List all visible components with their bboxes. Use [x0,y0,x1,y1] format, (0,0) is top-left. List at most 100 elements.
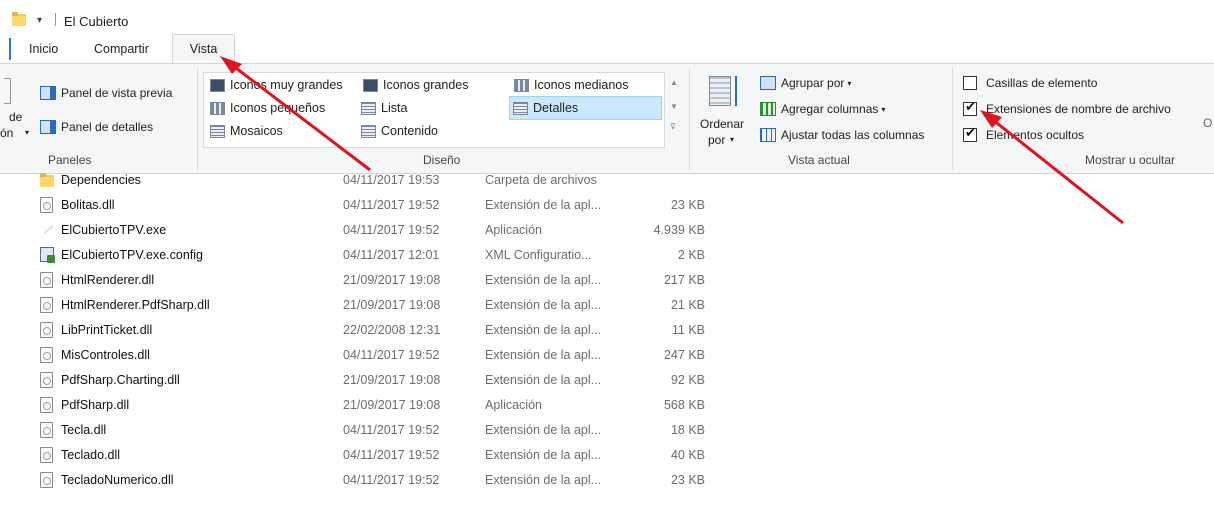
layout-large-icons[interactable]: Iconos grandes [360,75,468,95]
layout-tiles[interactable]: Mosaicos [207,121,283,141]
layout-extra-large-icons[interactable]: Iconos muy grandes [207,75,343,95]
layout-gallery: Iconos muy grandes Iconos grandes Iconos… [203,72,665,148]
panes-group-label: Paneles [48,153,92,167]
large-icons-icon [363,78,378,92]
layout-content-label: Contenido [381,124,438,138]
small-icons-icon [210,101,225,115]
details-pane-label: Panel de detalles [61,120,154,134]
dll-file-icon [40,297,54,313]
tab-vista[interactable]: Vista [172,34,235,63]
file-date: 21/09/2017 19:08 [343,398,441,412]
extra-large-icons-icon [210,78,225,92]
file-date: 04/11/2017 19:52 [343,448,440,462]
file-name: LibPrintTicket.dll [61,323,153,337]
hidden-items-checkbox[interactable] [963,126,977,142]
file-row[interactable]: PdfSharp.Charting.dll 21/09/2017 19:08 Ext… [0,368,720,393]
group-separator [952,68,953,170]
file-date: 21/09/2017 19:08 [343,373,441,387]
layout-content[interactable]: Contenido [358,121,438,141]
add-columns-button[interactable]: Agregar columnas ▾ [760,98,885,120]
hidden-items-toggle[interactable]: Elementos ocultos [963,124,1084,146]
file-row[interactable]: ElCubiertoTPV.exe 04/11/2017 19:52 Aplicac… [0,218,720,243]
layout-details[interactable]: Detalles [509,96,662,120]
add-columns-dropdown-icon: ▾ [881,104,886,114]
sort-by-label-2: por [708,133,726,147]
item-checkboxes-label: Casillas de elemento [986,76,1098,90]
file-name: MisControles.dll [61,348,150,362]
item-checkboxes-toggle[interactable]: Casillas de elemento [963,72,1097,94]
dll-file-icon [40,197,54,213]
dll-file-icon [40,397,54,413]
layout-gallery-scrollbar[interactable]: ▲ ▼ ⊽ [667,72,681,148]
file-row[interactable]: HtmlRenderer.dll 21/09/2017 19:08 Extensió… [0,268,720,293]
file-size: 21 KB [670,298,705,312]
file-row[interactable]: LibPrintTicket.dll 22/02/2008 12:31 Extens… [0,318,720,343]
quick-access-dropdown-icon[interactable]: ▾ [37,15,42,26]
file-extensions-label: Extensiones de nombre de archivo [986,102,1171,116]
sort-by-icon [709,76,731,106]
hidden-items-label: Elementos ocultos [986,128,1085,142]
file-date: 04/11/2017 19:52 [343,423,440,437]
group-separator [197,68,198,170]
file-tab-edge [9,38,11,60]
file-row[interactable]: TecladoNumerico.dll 04/11/2017 19:52 Exten… [0,468,720,493]
file-name: HtmlRenderer.dll [61,273,155,287]
layout-extra-large-icons-label: Iconos muy grandes [230,78,343,92]
navigation-pane-cut-label-2[interactable]: ón [0,126,13,140]
file-size: 23 KB [670,473,705,487]
file-size: 247 KB [663,348,705,362]
layout-small-icons[interactable]: Iconos pequeños [207,98,325,118]
group-by-button[interactable]: Agrupar por ▾ [760,72,851,94]
sort-by-button[interactable]: Ordenar por ▾ [697,74,749,152]
hide-selected-cut-label[interactable]: O [1203,116,1212,130]
group-separator [689,68,690,170]
gallery-expand-icon[interactable]: ⊽ [670,122,676,131]
file-extensions-toggle[interactable]: Extensiones de nombre de archivo [963,98,1171,120]
tab-inicio[interactable]: Inicio [19,35,68,63]
file-row[interactable]: Teclado.dll 04/11/2017 19:52 Extensión de … [0,443,720,468]
folder-icon [12,12,26,26]
file-row[interactable]: Tecla.dll 04/11/2017 19:52 Extensión de la… [0,418,720,443]
file-extensions-checkbox[interactable] [963,100,977,116]
file-row[interactable]: PdfSharp.dll 21/09/2017 19:08 Aplicación 56… [0,393,720,418]
sort-by-arrow-icon [735,76,737,106]
file-type: Extensión de la apl... [485,273,602,287]
file-row[interactable]: Bolitas.dll 04/11/2017 19:52 Extensión de … [0,193,720,218]
file-row[interactable]: HtmlRenderer.PdfSharp.dll 21/09/2017 19:0… [0,293,720,318]
details-pane-button[interactable]: Panel de detalles [40,116,153,138]
file-size: 40 KB [670,448,705,462]
file-name: Dependencies [61,173,141,187]
file-type: Extensión de la apl... [485,423,602,437]
file-date: 22/02/2008 12:31 [343,323,441,337]
file-row[interactable]: Dependencies 04/11/2017 19:53 Carpeta de a… [0,168,720,193]
scroll-down-icon[interactable]: ▼ [670,102,678,111]
file-date: 04/11/2017 12:01 [343,248,440,262]
file-date: 04/11/2017 19:52 [343,223,440,237]
scroll-up-icon[interactable]: ▲ [670,78,678,87]
layout-medium-icons-label: Iconos medianos [534,78,629,92]
layout-small-icons-label: Iconos pequeños [230,101,326,115]
layout-medium-icons[interactable]: Iconos medianos [511,75,629,95]
folder-icon [40,172,54,188]
file-size: 4.939 KB [653,223,705,237]
show-hide-group-label: Mostrar u ocultar [1085,153,1176,167]
fit-columns-icon [760,128,776,142]
item-checkboxes-checkbox[interactable] [963,76,977,90]
navigation-pane-cut-label-1[interactable]: de [9,110,22,124]
group-by-icon [760,76,776,90]
navigation-pane-cut-arrow[interactable]: ▾ [25,128,29,137]
navigation-pane-cut-icon[interactable] [4,78,11,104]
layout-details-label: Detalles [533,101,579,115]
file-size: 11 KB [671,323,705,337]
file-row[interactable]: MisControles.dll 04/11/2017 19:52 Extensió… [0,343,720,368]
preview-pane-button[interactable]: Panel de vista previa [40,82,172,104]
config-file-icon [40,247,55,263]
dll-file-icon [40,372,54,388]
file-name: HtmlRenderer.PdfSharp.dll [61,298,210,312]
tab-compartir[interactable]: Compartir [84,35,159,63]
file-row[interactable]: ElCubiertoTPV.exe.config 04/11/2017 12:01… [0,243,720,268]
layout-list[interactable]: Lista [358,98,407,118]
fit-columns-button[interactable]: Ajustar todas las columnas [760,124,924,146]
file-type: Extensión de la apl... [485,323,602,337]
medium-icons-icon [514,78,529,92]
